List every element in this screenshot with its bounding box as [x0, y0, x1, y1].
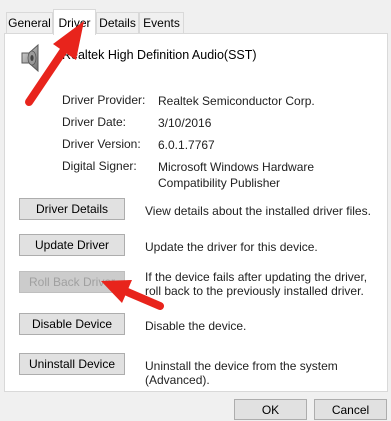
ok-button[interactable]: OK [234, 399, 307, 420]
device-name: Realtek High Definition Audio(SST) [62, 48, 257, 62]
cancel-button[interactable]: Cancel [314, 399, 387, 420]
driver-version-value: 6.0.1.7767 [158, 138, 215, 152]
driver-version-label: Driver Version: [62, 137, 141, 151]
driver-date-value: 3/10/2016 [158, 116, 212, 130]
tab-general-label: General [8, 16, 51, 30]
tab-driver[interactable]: Driver [53, 9, 96, 35]
tab-events[interactable]: Events [139, 12, 184, 33]
driver-provider-label: Driver Provider: [62, 93, 146, 107]
update-driver-description: Update the driver for this device. [145, 240, 318, 254]
speaker-icon [21, 43, 39, 73]
driver-details-description: View details about the installed driver … [145, 204, 371, 218]
tab-driver-label: Driver [58, 15, 91, 30]
tab-details-label: Details [99, 16, 136, 30]
update-driver-button[interactable]: Update Driver [19, 234, 125, 256]
digital-signer-label: Digital Signer: [62, 159, 137, 173]
disable-device-button[interactable]: Disable Device [19, 313, 125, 335]
uninstall-device-description: Uninstall the device from the system (Ad… [145, 359, 338, 387]
driver-date-label: Driver Date: [62, 115, 127, 129]
disable-device-description: Disable the device. [145, 319, 247, 333]
digital-signer-value: Microsoft Windows Hardware Compatibility… [158, 160, 315, 190]
tab-strip: General Driver Details Events [0, 0, 391, 35]
driver-details-button[interactable]: Driver Details [19, 198, 125, 220]
driver-provider-value: Realtek Semiconductor Corp. [158, 94, 315, 108]
uninstall-device-button[interactable]: Uninstall Device [19, 353, 125, 375]
roll-back-driver-button[interactable]: Roll Back Driver [19, 271, 125, 293]
roll-back-driver-description: If the device fails after updating the d… [145, 270, 368, 298]
tab-general[interactable]: General [6, 12, 53, 33]
tab-details[interactable]: Details [96, 12, 139, 33]
tab-events-label: Events [143, 16, 180, 30]
